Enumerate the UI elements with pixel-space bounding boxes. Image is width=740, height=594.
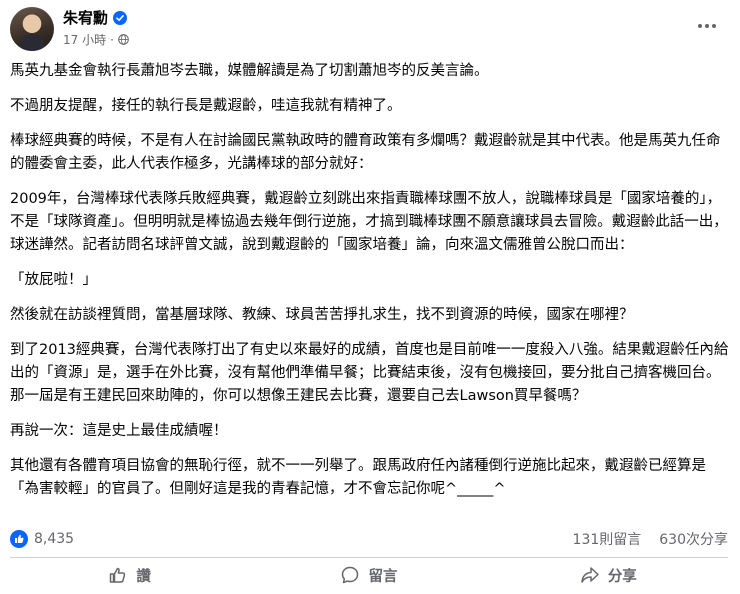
post-paragraph: 然後就在訪談裡質問，當基層球隊、教練、球員苦苦掙扎求生，找不到資源的時候，國家在… <box>10 307 634 323</box>
comment-label: 留言 <box>368 568 398 585</box>
meta-separator: · <box>110 32 114 47</box>
post-paragraph: 不過朋友提醒，接任的執行長是戴遐齡，哇這我就有精神了。 <box>10 98 402 114</box>
post-paragraph: 2009年，台灣棒球代表隊兵敗經典賽，戴遐齡立刻跳出來指責職棒球團不放人，說職棒… <box>10 191 728 253</box>
author-row: 朱宥勳 <box>63 7 128 28</box>
like-button[interactable]: 讚 <box>10 558 249 592</box>
reactions-bar: 8,435 131則留言 630次分享 <box>10 528 728 550</box>
globe-icon <box>118 34 129 45</box>
comment-button[interactable]: 留言 <box>249 558 488 592</box>
thumbs-up-icon <box>110 567 126 583</box>
comment-count[interactable]: 131則留言 <box>573 529 642 549</box>
author-name[interactable]: 朱宥勳 <box>63 7 108 28</box>
engagement-counts: 131則留言 630次分享 <box>573 529 728 549</box>
post-timestamp[interactable]: 17 小時 <box>63 31 106 48</box>
post-paragraph: 馬英九基金會執行長蕭旭岑去職，媒體解讀是為了切割蕭旭岑的反美言論。 <box>10 63 489 79</box>
comment-bubble-icon <box>342 566 359 584</box>
author-avatar[interactable] <box>10 7 54 51</box>
post-body: 馬英九基金會執行長蕭旭岑去職，媒體解讀是為了切割蕭旭岑的反美言論。 不過朋友提醒… <box>10 60 730 513</box>
more-options-button[interactable] <box>695 15 719 37</box>
like-label: 讚 <box>136 568 151 585</box>
post-paragraph: 到了2013經典賽，台灣代表隊打出了有史以來最好的成績，首度也是目前唯一一度殺入… <box>10 342 729 404</box>
action-bar: 讚 留言 分享 <box>10 558 728 592</box>
post-paragraph: 其他還有各體育項目協會的無恥行徑，就不一一列舉了。跟馬政府任內諸種倒行逆施比起來… <box>10 458 706 497</box>
post-meta: 17 小時 · <box>63 31 129 48</box>
like-reaction-icon[interactable] <box>10 530 28 548</box>
post-paragraph: 棒球經典賽的時候，不是有人在討論國民黨執政時的體育政策有多爛嗎？戴遐齡就是其中代… <box>10 133 721 172</box>
share-arrow-icon <box>581 567 599 583</box>
share-button[interactable]: 分享 <box>489 558 728 592</box>
verified-badge-icon <box>113 10 128 25</box>
share-count[interactable]: 630次分享 <box>659 529 728 549</box>
post-paragraph: 「放屁啦！」 <box>10 272 97 288</box>
facebook-post: 朱宥勳 17 小時 · 馬英九基金會執行長蕭旭岑去職，媒體解讀是為了切割蕭旭岑的… <box>0 0 740 594</box>
share-label: 分享 <box>607 568 637 585</box>
more-options-icon <box>698 24 702 28</box>
reaction-count[interactable]: 8,435 <box>34 531 74 547</box>
post-paragraph: 再說一次：這是史上最佳成績喔！ <box>10 423 228 439</box>
